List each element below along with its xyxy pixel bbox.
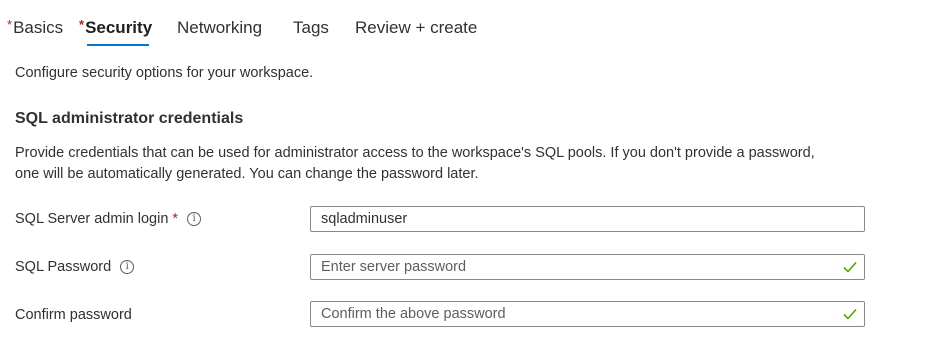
tab-label: Security (85, 18, 153, 37)
section-description: Provide credentials that can be used for… (15, 143, 885, 185)
section-title: SQL administrator credentials (15, 110, 244, 127)
tab-label: Networking (177, 18, 263, 37)
active-tab-indicator (87, 44, 149, 46)
intro-text: Configure security options for your work… (15, 65, 314, 81)
label-text: SQL Password (15, 259, 112, 275)
tab-tags[interactable]: Tags (293, 17, 329, 39)
label-text: SQL Server admin login (15, 211, 169, 227)
confirm-password-field (310, 301, 865, 327)
required-asterisk: * (7, 17, 13, 32)
sql-password-label: SQL Password i (15, 259, 135, 275)
required-asterisk: * (79, 17, 85, 32)
info-icon[interactable]: i (187, 212, 202, 226)
description-line: Provide credentials that can be used for… (15, 145, 815, 161)
tab-basics[interactable]: *Basics (7, 17, 63, 40)
sql-password-field (310, 254, 865, 280)
tab-label: Basics (13, 18, 64, 37)
required-asterisk: * (172, 211, 179, 227)
checkmark-icon (843, 308, 857, 320)
tab-bar: *Basics *Security Networking Tags Review… (0, 0, 940, 50)
checkmark-icon (843, 261, 857, 273)
tab-networking[interactable]: Networking (177, 17, 262, 39)
description-line: one will be automatically generated. You… (15, 166, 479, 182)
confirm-password-input[interactable] (311, 302, 821, 326)
tab-review-create[interactable]: Review + create (355, 17, 477, 39)
confirm-password-label: Confirm password (15, 307, 132, 323)
admin-login-label: SQL Server admin login * i (15, 211, 202, 227)
label-text: Confirm password (15, 307, 132, 323)
tab-security[interactable]: *Security (79, 17, 152, 40)
sql-password-input[interactable] (311, 255, 821, 279)
admin-login-input[interactable] (311, 207, 821, 231)
tab-label: Review + create (355, 18, 478, 37)
admin-login-field (310, 206, 865, 232)
info-icon[interactable]: i (120, 260, 135, 274)
tab-label: Tags (293, 18, 329, 37)
